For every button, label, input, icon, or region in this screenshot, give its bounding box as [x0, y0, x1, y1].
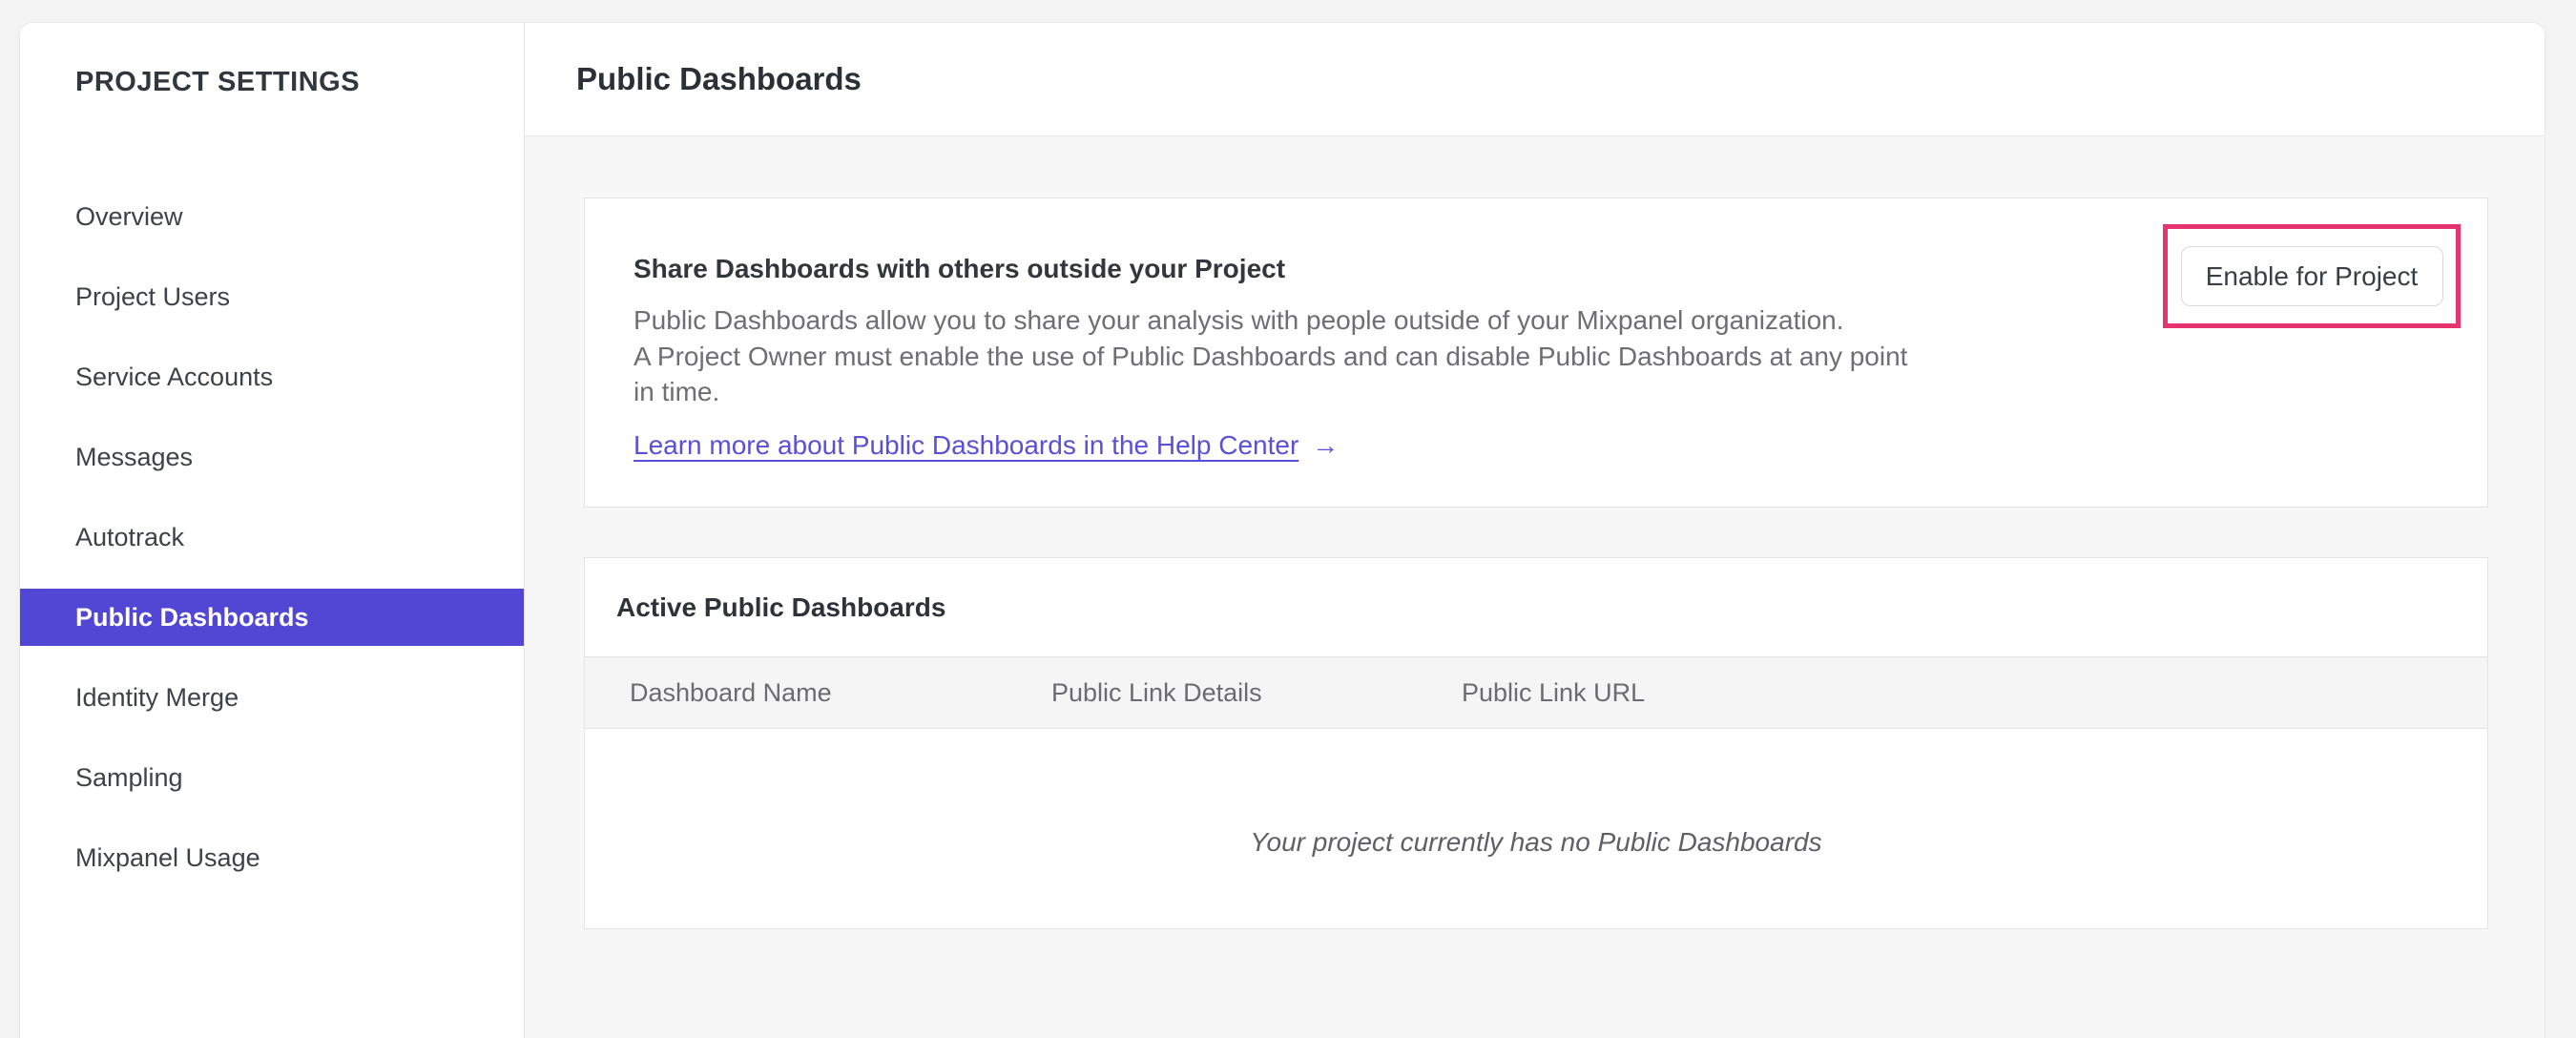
share-card-description-line: A Project Owner must enable the use of P… [634, 341, 1908, 371]
column-header-public-link-url: Public Link URL [1462, 677, 1646, 707]
share-card-description-line: Public Dashboards allow you to share you… [634, 305, 1844, 335]
column-header-public-link-details: Public Link Details [1051, 677, 1262, 707]
sidebar-item-service-accounts[interactable]: Service Accounts [20, 348, 524, 405]
main-area: Public Dashboards Share Dashboards with … [525, 23, 2545, 1038]
sidebar-item-sampling[interactable]: Sampling [20, 749, 524, 806]
help-center-link-row: Learn more about Public Dashboards in th… [634, 430, 2487, 461]
share-card-description-line: in time. [634, 377, 720, 406]
empty-state-message: Your project currently has no Public Das… [1250, 826, 1822, 857]
project-settings-sidebar: PROJECT SETTINGS Overview Project Users … [20, 23, 525, 1038]
sidebar-item-project-users[interactable]: Project Users [20, 268, 524, 325]
active-card-heading: Active Public Dashboards [616, 592, 946, 622]
sidebar-item-mixpanel-usage[interactable]: Mixpanel Usage [20, 829, 524, 886]
sidebar-item-messages[interactable]: Messages [20, 428, 524, 486]
sidebar-item-autotrack[interactable]: Autotrack [20, 509, 524, 566]
active-public-dashboards-card: Active Public Dashboards Dashboard Name … [584, 557, 2488, 929]
active-card-heading-row: Active Public Dashboards [585, 558, 2487, 656]
share-dashboards-card: Share Dashboards with others outside you… [584, 197, 2488, 508]
main-header: Public Dashboards [525, 23, 2545, 136]
app-panel: PROJECT SETTINGS Overview Project Users … [19, 22, 2545, 1038]
column-header-dashboard-name: Dashboard Name [630, 677, 832, 707]
share-card-description: Public Dashboards allow you to share you… [634, 302, 2487, 410]
sidebar-item-identity-merge[interactable]: Identity Merge [20, 669, 524, 726]
help-center-link[interactable]: Learn more about Public Dashboards in th… [634, 430, 1298, 461]
arrow-right-icon: → [1312, 429, 1340, 460]
sidebar-item-public-dashboards[interactable]: Public Dashboards [20, 589, 524, 646]
enable-for-project-button[interactable]: Enable for Project [2180, 246, 2443, 306]
sidebar-item-overview[interactable]: Overview [20, 188, 524, 245]
dashboards-table-header: Dashboard Name Public Link Details Publi… [585, 656, 2487, 729]
sidebar-title: PROJECT SETTINGS [75, 67, 361, 97]
main-body: Share Dashboards with others outside you… [525, 136, 2545, 1038]
page-title: Public Dashboards [576, 61, 862, 96]
sidebar-nav: Overview Project Users Service Accounts … [20, 188, 524, 886]
dashboards-table-empty-state: Your project currently has no Public Das… [585, 729, 2487, 928]
